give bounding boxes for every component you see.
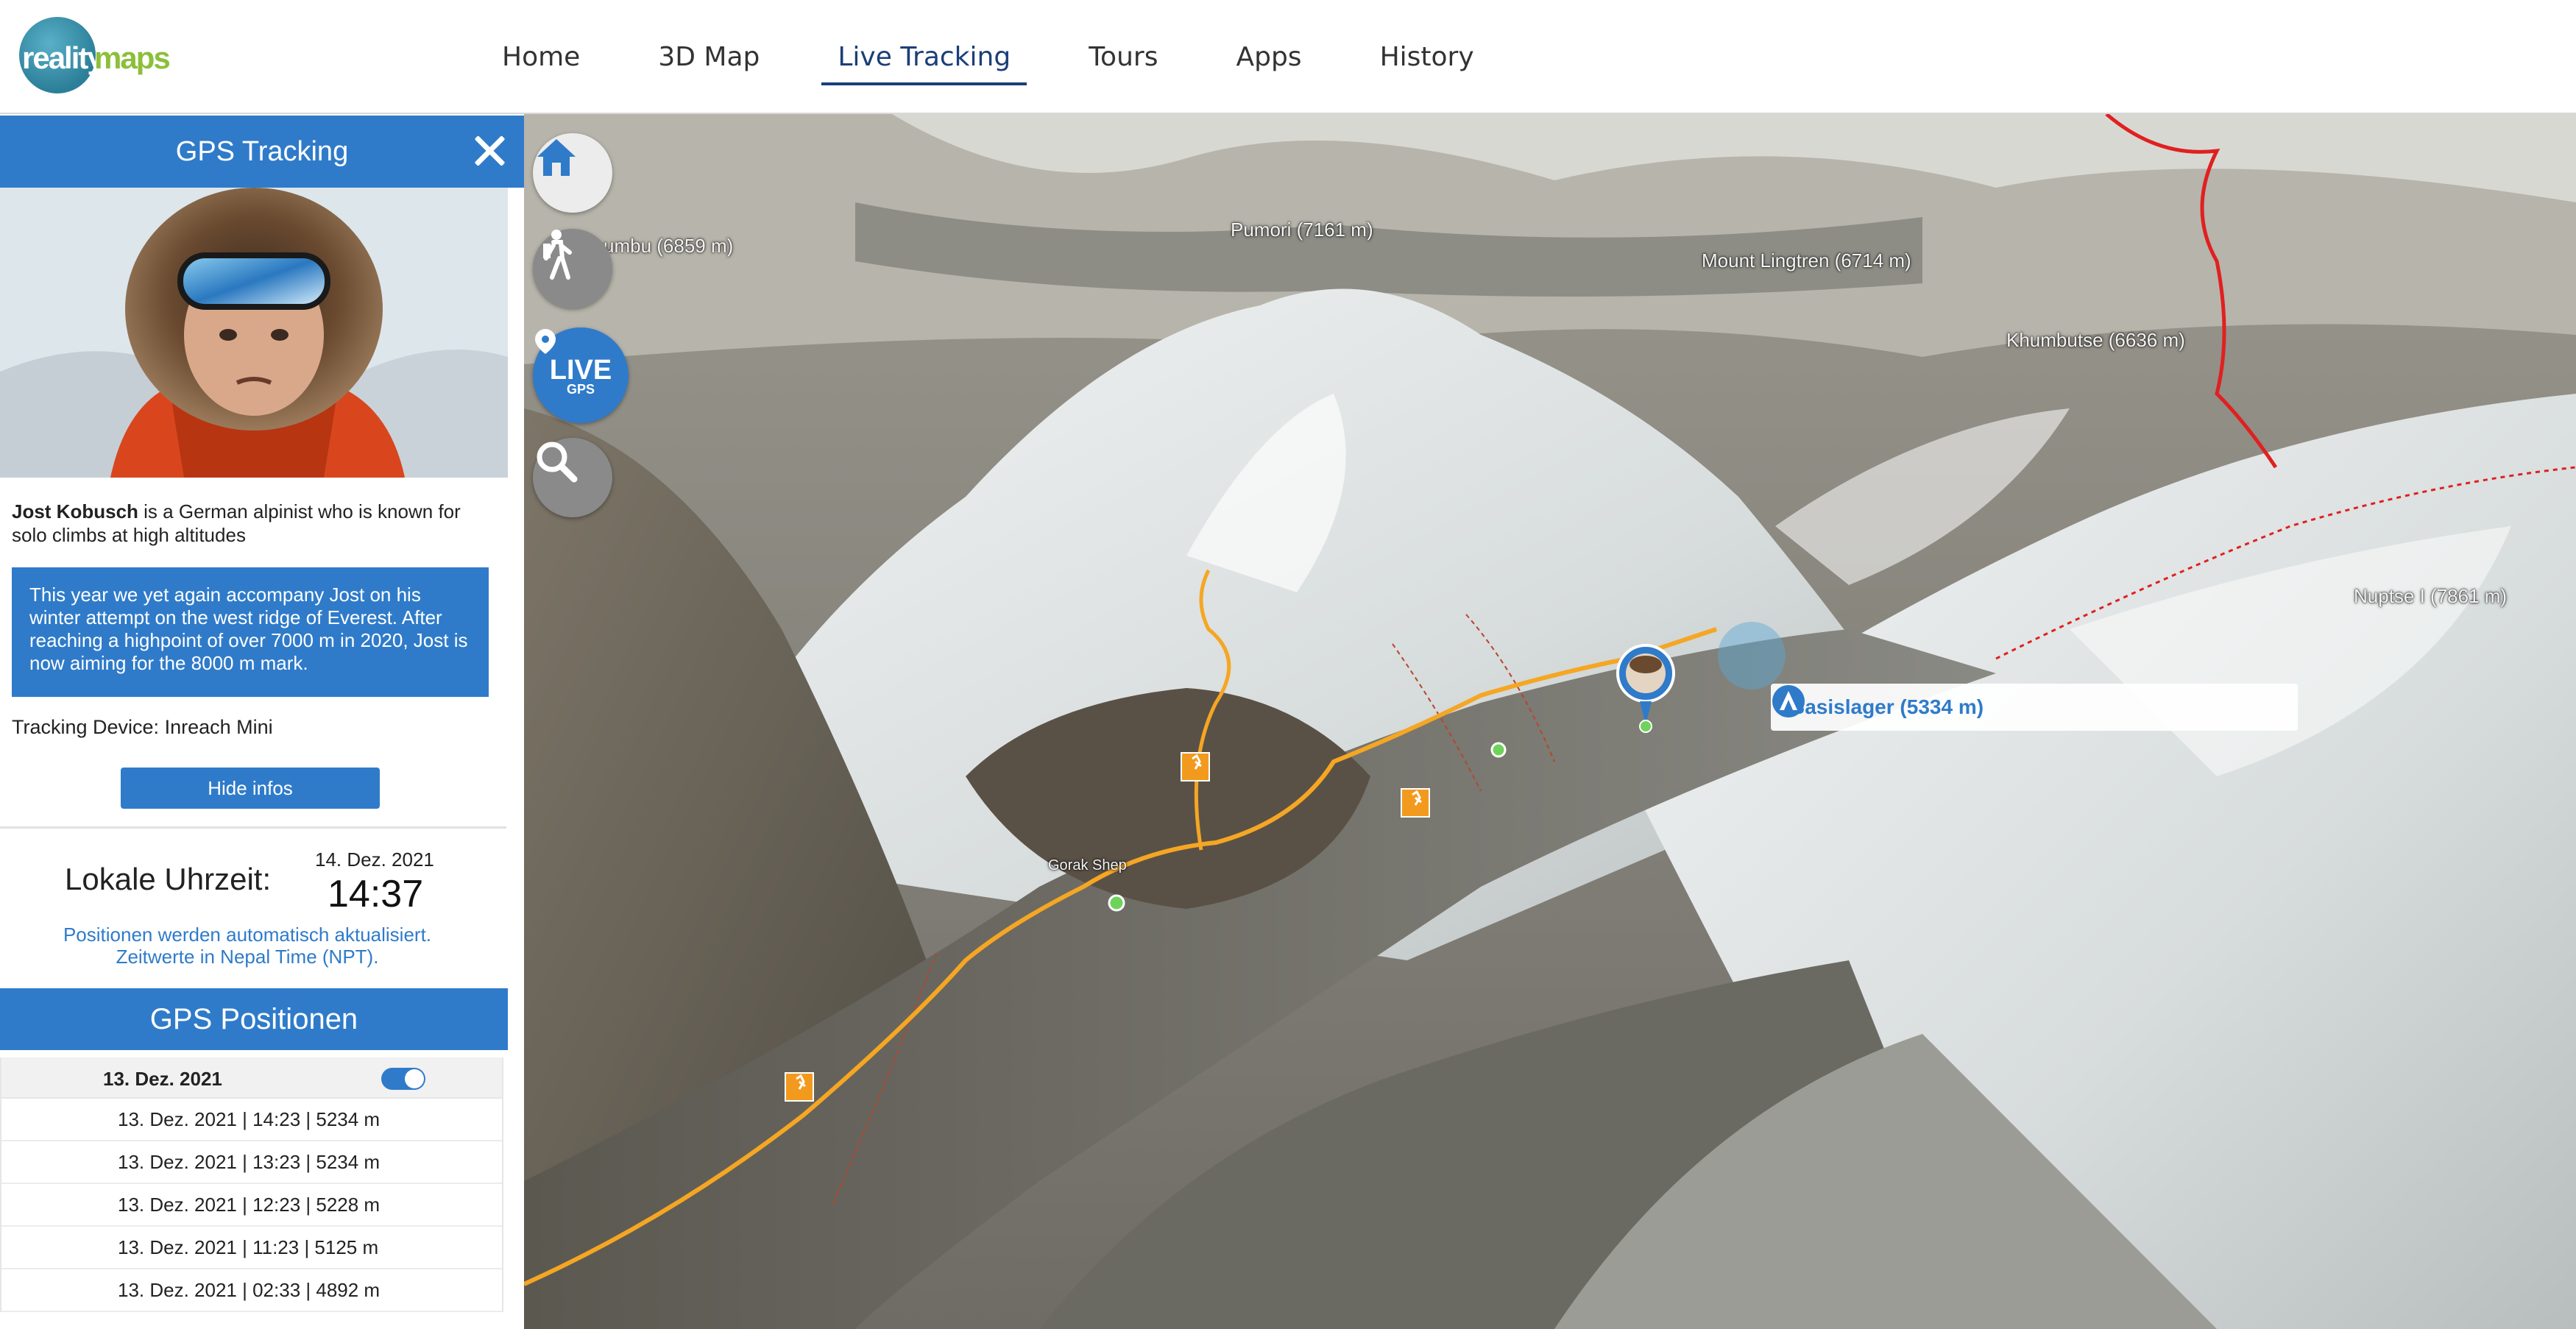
gps-positions-header: GPS Positionen — [0, 988, 508, 1050]
nav-live-tracking[interactable]: Live Tracking — [821, 29, 1027, 85]
hide-infos-button[interactable]: Hide infos — [121, 768, 380, 809]
gps-position-row[interactable]: 13. Dez. 2021 | 13:23 | 5234 m — [1, 1141, 502, 1184]
waypoint — [1490, 742, 1507, 758]
location-pin-icon — [535, 329, 556, 354]
place-label-gorak-shep: Gorak Shep — [1048, 857, 1127, 873]
auto-update-line-1: Positionen werden automatisch aktualisie… — [63, 924, 432, 946]
local-date: 14. Dez. 2021 — [315, 848, 434, 871]
alpinist-portrait — [0, 188, 508, 478]
top-header: reality maps Home 3D Map Live Tracking T… — [0, 0, 2576, 114]
auto-update-note: Positionen werden automatisch aktualisie… — [0, 924, 495, 968]
alpinist-bio: Jost Kobusch is a German alpinist who is… — [12, 500, 498, 547]
close-icon[interactable] — [470, 130, 511, 171]
local-time-label: Lokale Uhrzeit: — [65, 862, 272, 896]
realitymaps-logo[interactable]: reality maps — [15, 13, 177, 96]
auto-update-line-2: Zeitwerte in Nepal Time (NPT). — [116, 946, 379, 968]
tours-button[interactable] — [533, 229, 612, 308]
basecamp-popup[interactable]: Basislager (5334 m) — [1771, 684, 2298, 731]
gps-position-row[interactable]: 13. Dez. 2021 | 11:23 | 5125 m — [1, 1227, 502, 1269]
gps-group-toggle[interactable] — [381, 1068, 425, 1090]
home-icon — [537, 139, 576, 176]
peak-label-nuptse: Nuptse I (7861 m) — [2354, 585, 2508, 607]
divider — [0, 826, 506, 829]
hiker-icon — [543, 230, 572, 280]
nav-apps[interactable]: Apps — [1220, 29, 1317, 85]
local-time: 14:37 — [328, 873, 424, 915]
nav-home[interactable]: Home — [486, 29, 596, 85]
peak-label-khumbutse: Khumbutse (6636 m) — [2006, 329, 2185, 351]
logo-text-reality: reality — [22, 40, 105, 75]
3d-terrain-map[interactable]: umbu (6859 m) Pumori (7161 m) Mount Ling… — [524, 114, 2576, 1329]
nav-history[interactable]: History — [1364, 29, 1490, 85]
search-icon — [537, 442, 578, 483]
portrait-image — [0, 188, 508, 478]
panel-header: GPS Tracking — [0, 116, 524, 188]
basecamp-label: Basislager (5334 m) — [1790, 695, 1984, 718]
home-button[interactable] — [533, 133, 612, 213]
gps-position-row[interactable]: 13. Dez. 2021 | 14:23 | 5234 m — [1, 1099, 502, 1141]
gps-group-date: 13. Dez. 2021 — [103, 1068, 222, 1090]
camp-icon — [1772, 685, 1805, 717]
tracking-device-label: Tracking Device: Inreach Mini — [12, 716, 273, 738]
search-button[interactable] — [533, 438, 612, 517]
gps-date-group[interactable]: 13. Dez. 2021 — [1, 1057, 502, 1099]
gps-position-row[interactable]: 13. Dez. 2021 | 12:23 | 5228 m — [1, 1184, 502, 1227]
gps-tracking-panel: GPS Tracking Jost Kobusch is a German al… — [0, 114, 524, 1329]
live-label: LIVE — [549, 355, 612, 386]
gps-positions-list: 13. Dez. 2021 13. Dez. 2021 | 14:23 | 52… — [0, 1057, 503, 1312]
panel-title: GPS Tracking — [175, 135, 349, 167]
peak-label-pumori: Pumori (7161 m) — [1231, 219, 1373, 241]
gps-position-row[interactable]: 13. Dez. 2021 | 02:33 | 4892 m — [1, 1269, 502, 1312]
logo-text-maps: maps — [94, 40, 171, 75]
peak-label-lobuche: umbu (6859 m) — [604, 235, 734, 257]
peak-label-lingtren: Mount Lingtren (6714 m) — [1702, 249, 1911, 272]
nav-3d-map[interactable]: 3D Map — [642, 29, 776, 85]
main-nav: Home 3D Map Live Tracking Tours Apps His… — [486, 0, 1536, 114]
live-gps-button[interactable]: LIVE GPS — [533, 327, 629, 423]
alpinist-name: Jost Kobusch — [12, 500, 138, 522]
waypoint-gorak-shep — [1108, 894, 1125, 912]
expedition-note: This year we yet again accompany Jost on… — [12, 567, 489, 697]
nav-tours[interactable]: Tours — [1072, 29, 1174, 85]
gps-label: GPS — [566, 382, 595, 397]
